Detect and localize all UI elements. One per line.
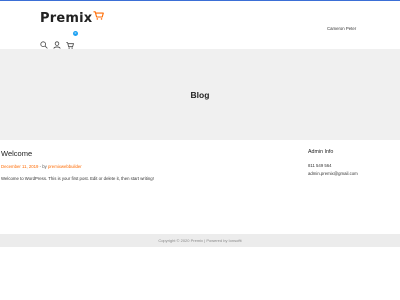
logo-text: Premix <box>40 11 93 26</box>
post-title-link[interactable]: Welcome <box>1 149 32 158</box>
post-meta: December 11, 2019 - by premixwebbuilder <box>1 164 82 169</box>
post-date-link[interactable]: December 11, 2019 <box>1 164 38 169</box>
widget-title: Admin Info <box>308 149 334 155</box>
admin-info-widget: Admin Info 811 549 564 admin.premix@gmai… <box>308 149 358 178</box>
site-logo[interactable]: Premix <box>40 5 105 26</box>
page-hero-banner: Blog <box>0 49 400 140</box>
admin-phone: 811 549 564 <box>308 163 332 168</box>
top-accent-line <box>0 0 400 1</box>
page-title: Blog <box>190 89 210 100</box>
logo-cart-icon <box>93 5 105 24</box>
site-footer: Copyright © 2020 Premix | Powered by Ion… <box>0 234 400 247</box>
admin-email: admin.premix@gmail.com <box>308 171 358 176</box>
post-excerpt: Welcome to WordPress. This is your first… <box>1 176 154 181</box>
user-name-link[interactable]: Cameron Peter <box>327 26 356 31</box>
cart-count-badge: 0 <box>73 31 78 36</box>
shopping-cart-icon <box>66 42 75 49</box>
footer-copyright: Copyright © 2020 Premix | Powered by Ion… <box>158 238 242 243</box>
post-meta-separator: - by <box>38 164 48 169</box>
post-author-link[interactable]: premixwebbuilder <box>48 164 82 169</box>
